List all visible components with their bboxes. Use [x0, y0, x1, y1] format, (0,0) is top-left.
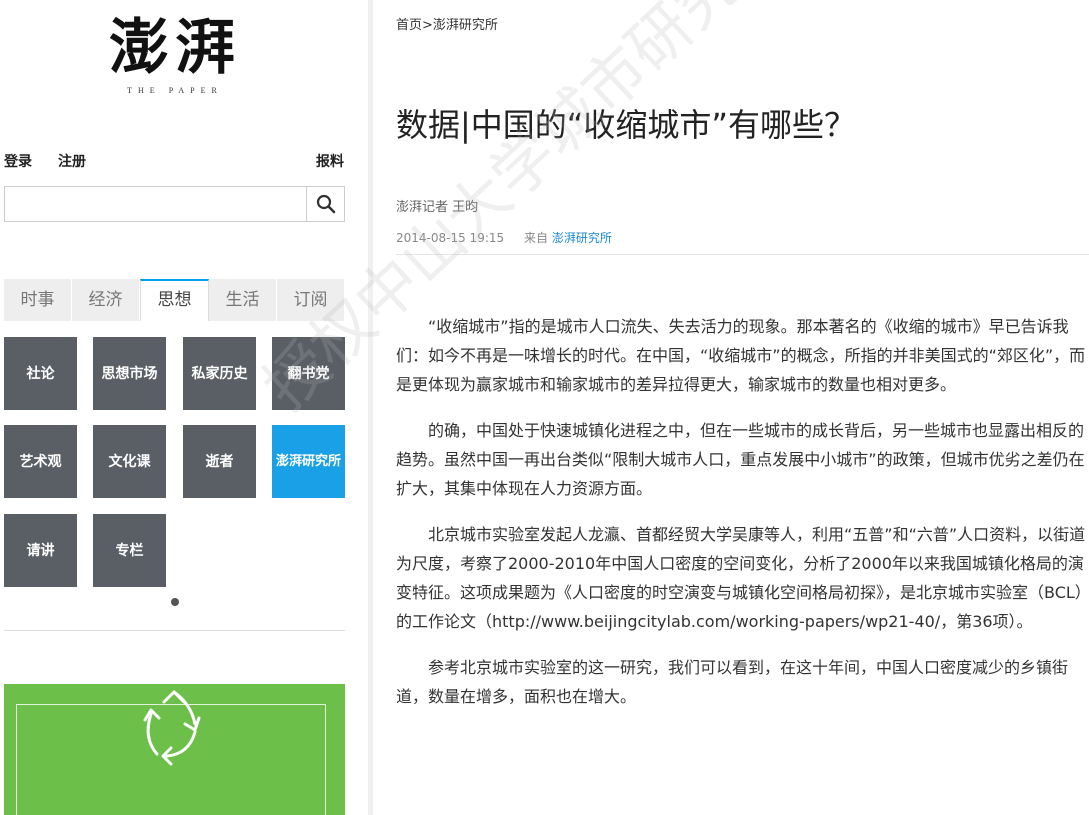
source-label: 来自 — [523, 231, 548, 245]
breadcrumb: 首页>澎湃研究所 — [396, 14, 498, 33]
article-meta: 2014-08-15 19:15 来自 澎湃研究所 — [396, 229, 1089, 255]
sidebar-divider — [4, 630, 345, 631]
search-button[interactable] — [306, 187, 344, 221]
login-link[interactable]: 登录 — [4, 151, 32, 171]
article-paragraph: “收缩城市”指的是城市人口流失、失去活力的现象。那本著名的《收缩的城市》早已告诉… — [396, 317, 1086, 394]
article-main: 首页>澎湃研究所 数据|中国的“收缩城市”有哪些？ 澎湃记者 王昀 2014-0… — [396, 0, 1089, 815]
logo-cn-text: 澎湃 — [109, 13, 241, 83]
report-link[interactable]: 报料 — [316, 151, 344, 171]
tab-thought[interactable]: 思想 — [140, 279, 209, 321]
breadcrumb-home[interactable]: 首页 — [396, 18, 422, 33]
search-box — [4, 186, 345, 222]
column-separator — [368, 0, 373, 815]
tile-talks[interactable]: 请讲 — [4, 514, 77, 587]
breadcrumb-separator: > — [422, 18, 433, 33]
auth-row: 登录 注册 报料 — [4, 151, 344, 171]
breadcrumb-section[interactable]: 澎湃研究所 — [433, 18, 498, 33]
tile-book-club[interactable]: 翻书党 — [272, 337, 345, 410]
pager-dot[interactable] — [171, 598, 179, 606]
article-author: 澎湃记者 王昀 — [396, 200, 479, 215]
tile-column[interactable]: 专栏 — [93, 514, 166, 587]
tile-art-view[interactable]: 艺术观 — [4, 425, 77, 498]
article-paragraph: 北京城市实验室发起人龙瀛、首都经贸大学吴康等人，利用“五普”和“六普”人口资料，… — [396, 525, 1086, 631]
tab-life[interactable]: 生活 — [209, 279, 277, 321]
search-input[interactable] — [5, 187, 305, 221]
search-icon — [316, 194, 335, 214]
tab-economy[interactable]: 经济 — [72, 279, 140, 321]
article-title: 数据|中国的“收缩城市”有哪些？ — [396, 106, 856, 144]
register-link[interactable]: 注册 — [58, 151, 86, 171]
channel-tabs: 时事 经济 思想 生活 订阅 — [4, 279, 345, 321]
article-datetime: 2014-08-15 19:15 — [396, 231, 505, 245]
tile-thought-market[interactable]: 思想市场 — [93, 337, 166, 410]
recycle-icon — [143, 690, 201, 766]
logo-en-text: THE PAPER — [127, 86, 223, 95]
site-logo[interactable]: 澎湃 THE PAPER — [95, 10, 255, 110]
article-paragraph: 的确，中国处于快速城镇化进程之中，但在一些城市的成长背后，另一些城市也显露出相反… — [396, 421, 1085, 498]
tile-obituary[interactable]: 逝者 — [183, 425, 256, 498]
tile-culture-class[interactable]: 文化课 — [93, 425, 166, 498]
source-link[interactable]: 澎湃研究所 — [552, 231, 612, 245]
tile-editorial[interactable]: 社论 — [4, 337, 77, 410]
tab-subscribe[interactable]: 订阅 — [277, 279, 345, 321]
promo-banner[interactable] — [4, 684, 345, 815]
tile-private-history[interactable]: 私家历史 — [183, 337, 256, 410]
tab-news[interactable]: 时事 — [4, 279, 72, 321]
article-body: “收缩城市”指的是城市人口流失、失去活力的现象。那本著名的《收缩的城市》早已告诉… — [396, 312, 1089, 711]
tile-paper-institute[interactable]: 澎湃研究所 — [272, 425, 345, 498]
article-paragraph: 参考北京城市实验室的这一研究，我们可以看到，在这十年间，中国人口密度减少的乡镇街… — [396, 658, 1069, 706]
sidebar: 澎湃 THE PAPER 登录 注册 报料 时事 经济 思想 生活 订阅 社论 … — [0, 0, 350, 815]
